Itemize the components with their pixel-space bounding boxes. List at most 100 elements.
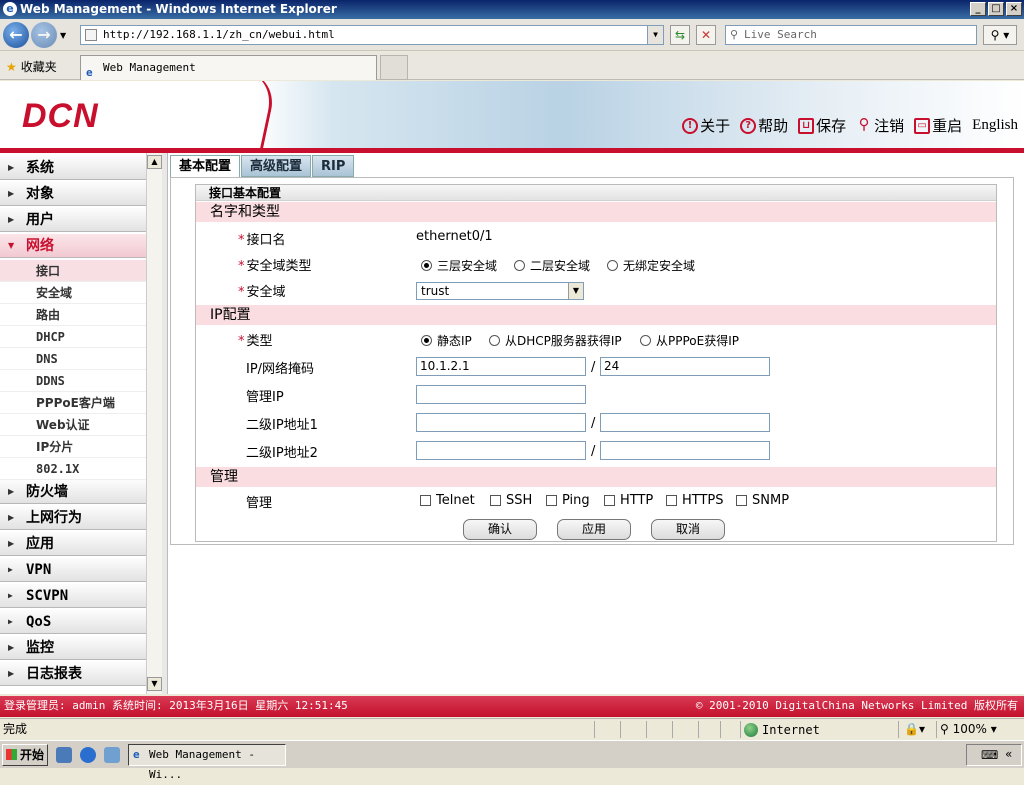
sidebar-item-firewall[interactable]: ▶ 防火墙 [0, 480, 146, 504]
sidebar-item-application[interactable]: ▶ 应用 [0, 532, 146, 556]
sidebar-sub-dhcp[interactable]: DHCP [0, 326, 146, 348]
zone-type-radio-l2[interactable]: 二层安全域 [514, 257, 590, 274]
checkbox-icon [736, 495, 747, 506]
secondary-ip1-input[interactable] [416, 413, 586, 432]
stop-button[interactable]: ✕ [696, 25, 716, 45]
secondary-mask2-input[interactable] [600, 441, 770, 460]
app-quicklaunch-icon[interactable] [104, 747, 120, 763]
mgmt-ping-checkbox[interactable]: Ping [546, 493, 590, 508]
close-button[interactable]: × [1006, 2, 1022, 16]
about-link[interactable]: ! 关于 [682, 115, 730, 136]
sidebar-item-qos[interactable]: ▶ QoS [0, 610, 146, 634]
search-go-button[interactable]: ⚲ ▾ [983, 25, 1017, 45]
sidebar-sub-interface[interactable]: 接口 [0, 260, 146, 282]
mgmt-ssh-checkbox[interactable]: SSH [490, 493, 532, 508]
tab-rip[interactable]: RIP [312, 155, 355, 177]
ok-button[interactable]: 确认 [463, 519, 537, 540]
refresh-button[interactable]: ⇆ [670, 25, 690, 45]
ip-address-input[interactable]: 10.1.2.1 [416, 357, 586, 376]
tab-basic-config[interactable]: 基本配置 [170, 155, 241, 177]
protected-mode-icon[interactable]: 🔒▾ [904, 719, 925, 739]
zone-type-label-text: 安全域类型 [246, 259, 312, 274]
address-dropdown-icon[interactable]: ▼ [647, 26, 663, 44]
restart-link[interactable]: ▭ 重启 [914, 115, 962, 136]
cancel-button[interactable]: 取消 [651, 519, 725, 540]
zoom-value: 100% [952, 722, 987, 736]
status-divider [740, 721, 741, 738]
sidebar-sub-security-zone[interactable]: 安全域 [0, 282, 146, 304]
tab-advanced-config[interactable]: 高级配置 [241, 155, 312, 177]
required-marker: * [238, 233, 245, 248]
apply-button[interactable]: 应用 [557, 519, 631, 540]
sidebar-sub-ip-fragment[interactable]: IP分片 [0, 436, 146, 458]
ie-quicklaunch-icon[interactable] [80, 747, 96, 763]
taskbar-window-label: Web Management - Wi... [149, 748, 255, 781]
start-button[interactable]: 开始 [2, 744, 48, 766]
sidebar-item-monitor[interactable]: ▶ 监控 [0, 636, 146, 660]
tray-expand-icon[interactable]: « [1005, 747, 1012, 761]
sidebar-item-users[interactable]: ▶ 用户 [0, 208, 146, 232]
sidebar-sub-dns[interactable]: DNS [0, 348, 146, 370]
ip-type-radio-dhcp[interactable]: 从DHCP服务器获得IP [489, 332, 622, 349]
sidebar-item-scvpn[interactable]: ▶ SCVPN [0, 584, 146, 608]
sidebar-item-internet-behavior[interactable]: ▶ 上网行为 [0, 506, 146, 530]
sidebar-item-system[interactable]: ▶ 系统 [0, 156, 146, 180]
sidebar-item-objects[interactable]: ▶ 对象 [0, 182, 146, 206]
new-tab-button[interactable] [380, 55, 408, 80]
maximize-button[interactable]: □ [988, 2, 1004, 16]
logout-link[interactable]: ⚲ 注销 [856, 115, 905, 136]
radio-icon [489, 335, 500, 346]
zoom-icon: ⚲ [940, 722, 949, 736]
sidebar-sub-routing[interactable]: 路由 [0, 304, 146, 326]
sidebar-item-network[interactable]: ▼ 网络 [0, 234, 146, 258]
netmask-input[interactable]: 24 [600, 357, 770, 376]
recent-pages-dropdown-icon[interactable]: ▼ [60, 31, 66, 40]
mgmt-telnet-checkbox[interactable]: Telnet [420, 493, 475, 508]
sidebar-item-label: 防火墙 [26, 484, 68, 500]
favorites-button[interactable]: ★ 收藏夹 [6, 58, 57, 75]
taskbar-window-button[interactable]: e Web Management - Wi... [128, 744, 286, 781]
sidebar-sub-web-auth[interactable]: Web认证 [0, 414, 146, 436]
sidebar-sub-pppoe-client[interactable]: PPPoE客户端 [0, 392, 146, 414]
secondary-ip2-input[interactable] [416, 441, 586, 460]
mgmt-ip-input[interactable] [416, 385, 586, 404]
minimize-button[interactable]: _ [970, 2, 986, 16]
english-link[interactable]: English [972, 117, 1018, 134]
sidebar-item-log-report[interactable]: ▶ 日志报表 [0, 662, 146, 686]
fieldset-title: 接口基本配置 [196, 185, 996, 201]
address-input[interactable]: http://192.168.1.1/zh_cn/webui.html ▼ [80, 25, 664, 45]
zone-type-radio-l3[interactable]: 三层安全域 [421, 257, 497, 274]
expand-arrow-icon: ▶ [8, 539, 15, 548]
status-divider [898, 721, 899, 738]
zone-type-radio-unbound[interactable]: 无绑定安全域 [607, 257, 695, 274]
browser-tab[interactable]: e Web Management [80, 55, 377, 80]
sidebar-item-vpn[interactable]: ▶ VPN [0, 558, 146, 582]
forward-button[interactable]: → [31, 22, 57, 48]
sidebar-sub-ddns[interactable]: DDNS [0, 370, 146, 392]
radio-label: 无绑定安全域 [623, 259, 696, 273]
sidebar-sub-8021x[interactable]: 802.1X [0, 458, 146, 480]
zoom-control[interactable]: ⚲ 100% ▾ [940, 719, 997, 739]
ip-type-radio-pppoe[interactable]: 从PPPoE获得IP [640, 332, 739, 349]
show-desktop-icon[interactable] [56, 747, 72, 763]
help-icon: ? [740, 117, 757, 134]
sidebar-scrollbar[interactable]: ▲ ▼ [146, 153, 162, 694]
save-link[interactable]: ⊔ 保存 [798, 115, 846, 136]
scroll-down-icon[interactable]: ▼ [147, 677, 162, 691]
scroll-up-icon[interactable]: ▲ [147, 155, 162, 169]
window-title-bar[interactable]: e Web Management - Windows Internet Expl… [0, 0, 1024, 19]
live-search-input[interactable]: ⚲ Live Search [725, 25, 977, 45]
security-zone[interactable]: Internet [744, 720, 820, 740]
mgmt-http-checkbox[interactable]: HTTP [604, 493, 653, 508]
back-button[interactable]: ← [3, 22, 29, 48]
browser-tab-title: Web Management [103, 61, 196, 74]
mgmt-https-checkbox[interactable]: HTTPS [666, 493, 724, 508]
help-link[interactable]: ? 帮助 [740, 115, 788, 136]
mgmt-snmp-checkbox[interactable]: SNMP [736, 493, 789, 508]
ip-type-radio-static[interactable]: 静态IP [421, 332, 472, 349]
keyboard-icon[interactable]: ⌨ [981, 748, 998, 762]
zone-label: Internet [762, 723, 820, 737]
zone-select[interactable]: trust ▼ [416, 282, 584, 300]
expand-arrow-icon: ▶ [8, 487, 15, 496]
secondary-mask1-input[interactable] [600, 413, 770, 432]
